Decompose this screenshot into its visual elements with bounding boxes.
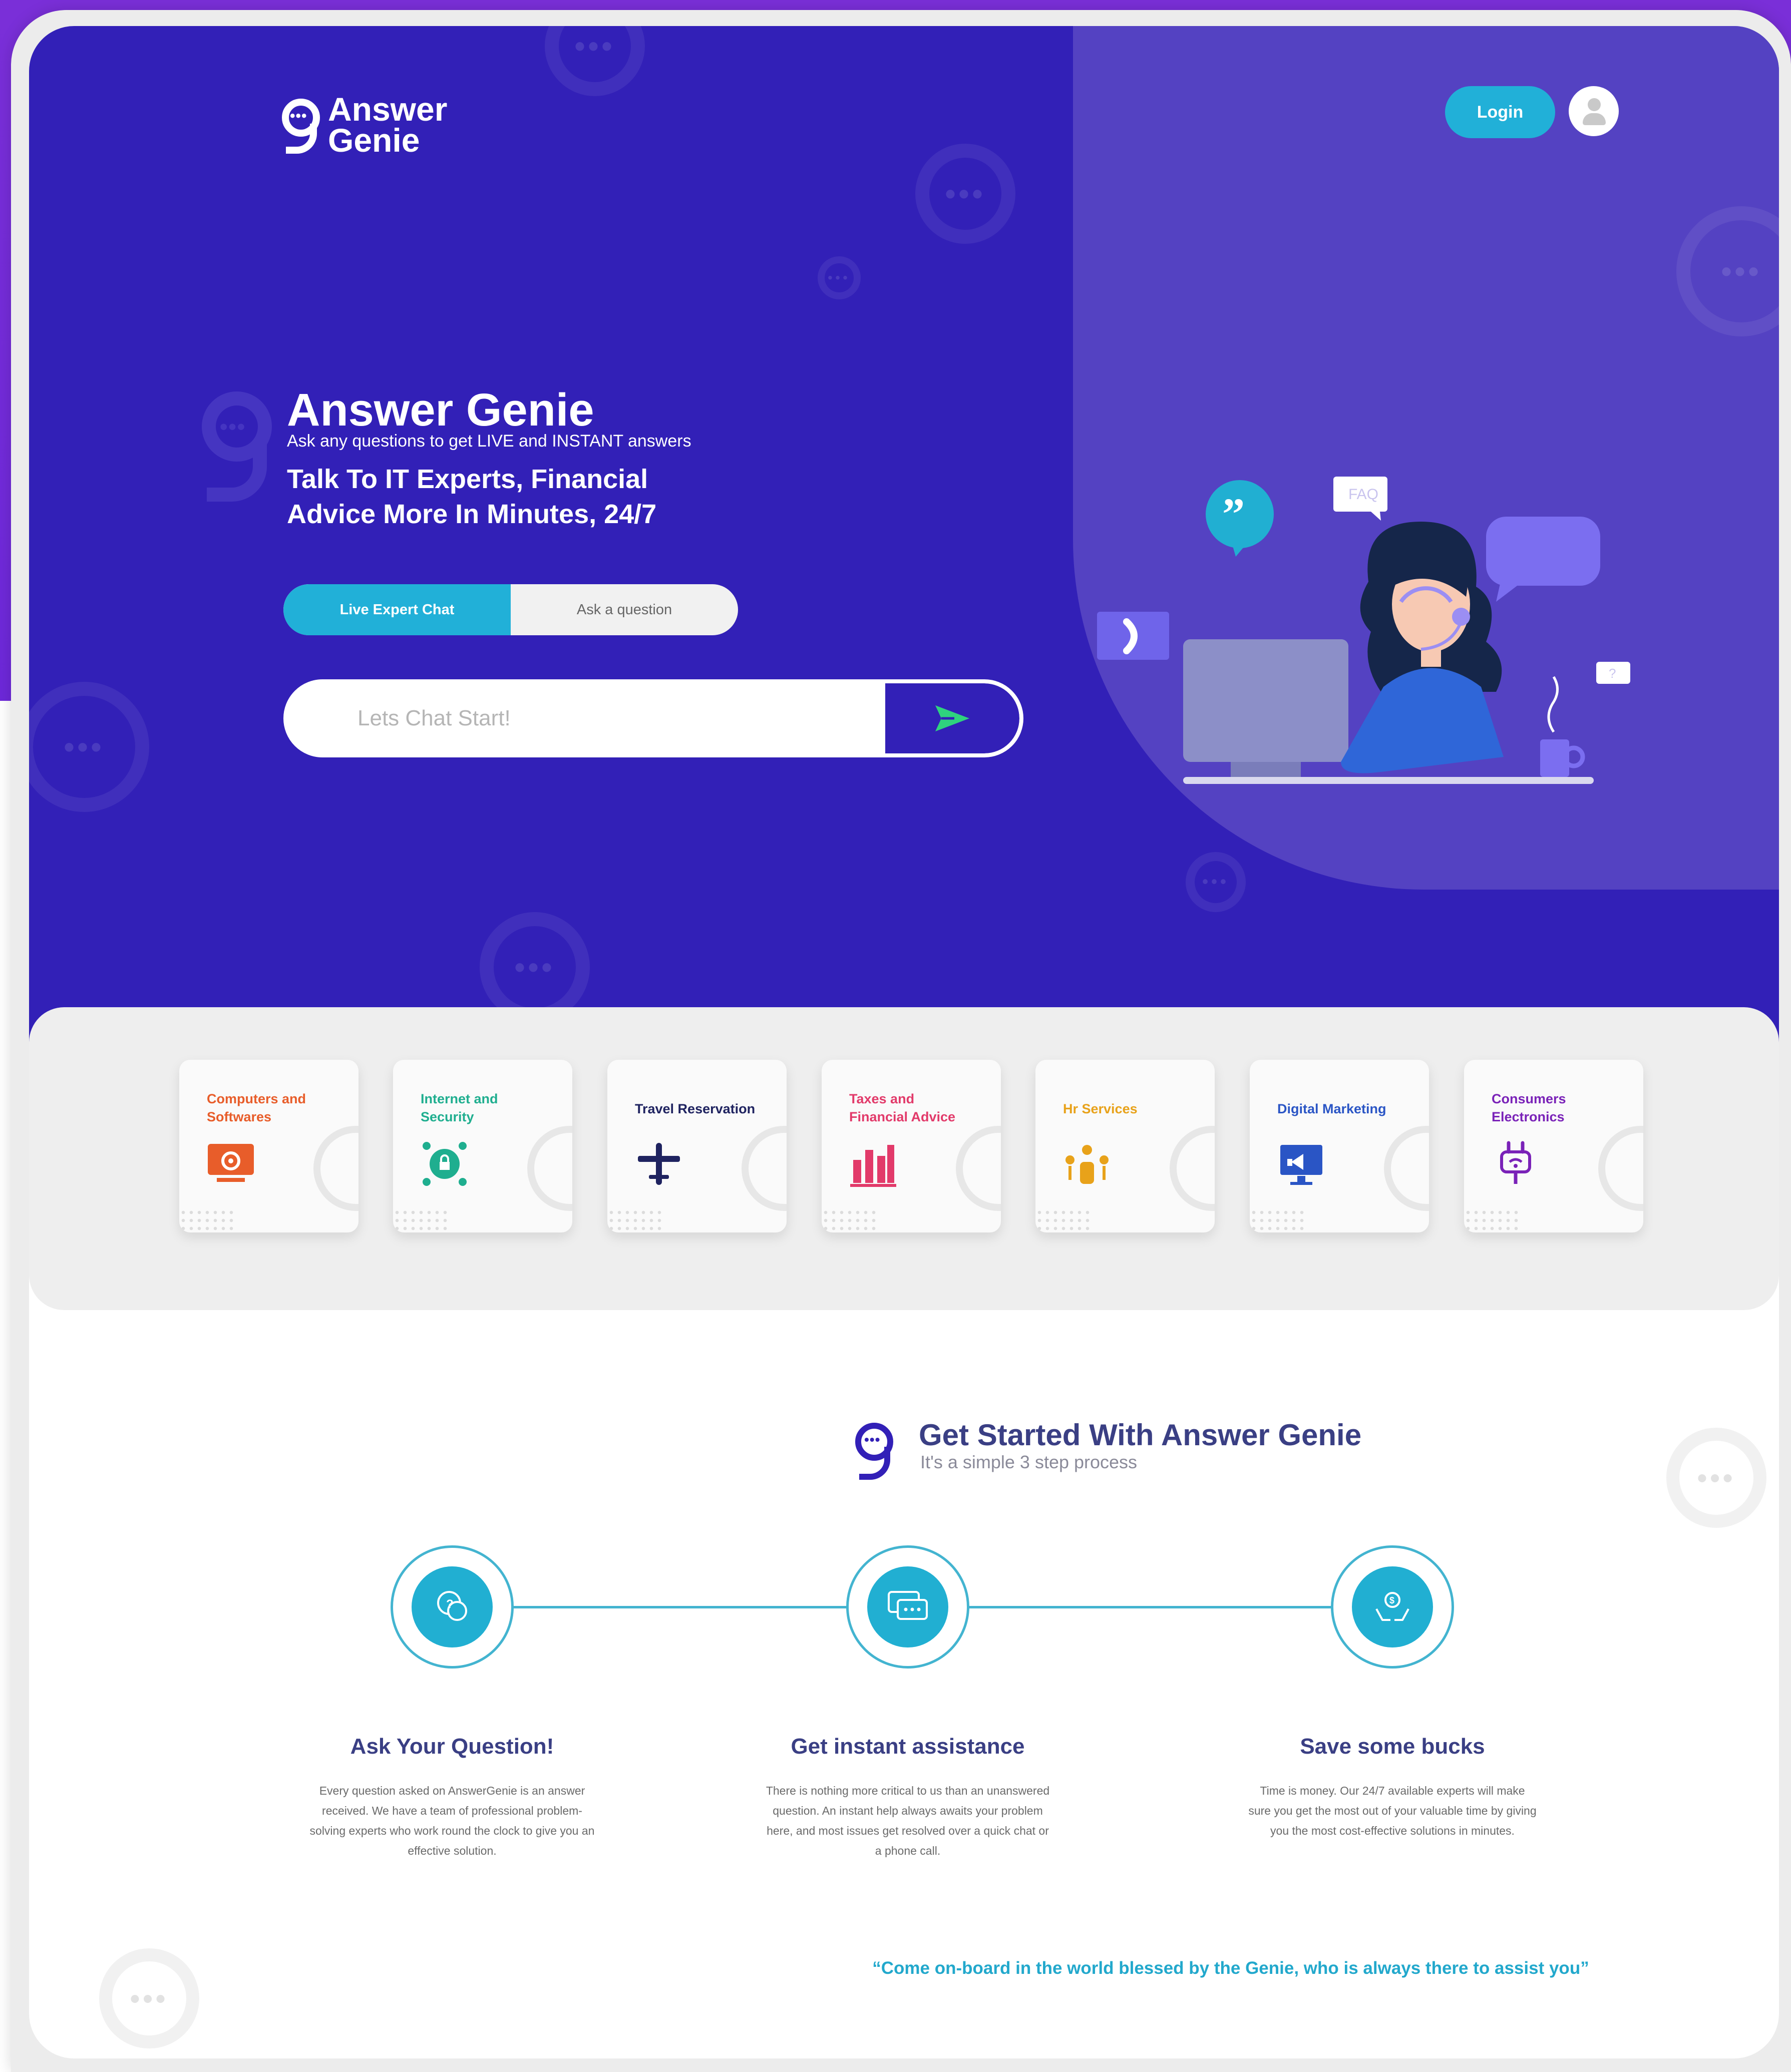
megaphone-monitor-icon bbox=[1280, 1145, 1322, 1185]
chat-mode-toggle: Live Expert Chat Ask a question bbox=[283, 584, 738, 635]
category-card-taxes[interactable]: Taxes and Financial Advice bbox=[822, 1060, 1001, 1232]
step-connector bbox=[965, 1606, 1341, 1608]
decorative-chat-bubble-icon: ••• bbox=[1186, 852, 1246, 912]
step-1-description: Every question asked on AnswerGenie is a… bbox=[309, 1784, 595, 1857]
step-1-badge: ? bbox=[391, 1545, 514, 1669]
speech-bubble-icon bbox=[1486, 517, 1600, 602]
hero-section: ••• ••• ••• ••• ••• ••• ••• ••• Answer G… bbox=[29, 26, 1779, 1042]
decorative-chat-bubble-icon: ••• bbox=[480, 912, 590, 1022]
get-started-subtitle: It's a simple 3 step process bbox=[920, 1452, 1138, 1472]
genie-watermark-icon: ••• bbox=[197, 386, 277, 507]
decorative-chat-bubble-icon: ••• bbox=[545, 26, 645, 96]
decorative-chat-bubble-icon: ••• bbox=[29, 682, 149, 812]
svg-text:FAQ: FAQ bbox=[1348, 486, 1378, 503]
hero-tagline: Talk To IT Experts, Financial Advice Mor… bbox=[287, 464, 657, 529]
step-2-title: Get instant assistance bbox=[791, 1734, 1025, 1759]
chat-input[interactable] bbox=[357, 683, 858, 753]
closing-quote: “Come on-board in the world blessed by t… bbox=[872, 1958, 1589, 1978]
chat-bar bbox=[283, 679, 1023, 757]
brand-name-line2: Genie bbox=[328, 122, 420, 159]
step-2-description: There is nothing more critical to us tha… bbox=[766, 1784, 1050, 1857]
step-3-badge: $ bbox=[1331, 1545, 1454, 1669]
step-2-badge bbox=[846, 1545, 969, 1669]
svg-text:”: ” bbox=[1222, 490, 1245, 539]
category-label: Digital Marketing bbox=[1277, 1101, 1386, 1116]
step-1-title: Ask Your Question! bbox=[350, 1734, 554, 1759]
brand-name-line1: Answer bbox=[328, 91, 448, 128]
category-card-internet-security[interactable]: Internet and Security bbox=[393, 1060, 572, 1232]
step-3-title: Save some bucks bbox=[1300, 1734, 1485, 1759]
send-button[interactable] bbox=[885, 683, 1019, 753]
step-connector bbox=[510, 1606, 860, 1608]
computer-gear-icon bbox=[208, 1144, 254, 1182]
category-card-digital-marketing[interactable]: Digital Marketing bbox=[1250, 1060, 1429, 1232]
step-3-description: Time is money. Our 24/7 available expert… bbox=[1248, 1784, 1537, 1837]
category-label: Hr Services bbox=[1063, 1101, 1138, 1116]
airplane-icon bbox=[638, 1143, 680, 1185]
brand-logo[interactable]: ••• Answer Genie bbox=[282, 91, 448, 159]
category-label: Travel Reservation bbox=[635, 1101, 756, 1116]
decorative-chat-bubble-icon: ••• bbox=[915, 144, 1015, 244]
category-label: Consumers Electronics bbox=[1492, 1091, 1566, 1124]
phone-icon bbox=[1097, 612, 1169, 660]
decorative-chat-bubble-icon: ••• bbox=[99, 1948, 199, 2048]
category-label: Taxes and Financial Advice bbox=[849, 1091, 956, 1124]
category-card-computers[interactable]: Computers and Softwares bbox=[179, 1060, 359, 1232]
question-chat-icon: ? bbox=[437, 1591, 467, 1621]
question-bubble-icon: ? bbox=[1596, 662, 1630, 684]
login-button[interactable]: Login bbox=[1445, 86, 1555, 138]
tab-ask-a-question[interactable]: Ask a question bbox=[511, 584, 738, 635]
network-lock-icon bbox=[423, 1142, 467, 1186]
hero-subtitle: Ask any questions to get LIVE and INSTAN… bbox=[287, 432, 691, 451]
svg-text:$: $ bbox=[1389, 1595, 1394, 1605]
bar-chart-icon bbox=[850, 1145, 896, 1187]
category-label: Internet and Security bbox=[421, 1091, 498, 1124]
hero-title: Answer Genie bbox=[287, 384, 594, 436]
decorative-chat-bubble-icon: ••• bbox=[1666, 1428, 1766, 1528]
quote-bubble-icon: ” bbox=[1206, 480, 1274, 557]
brand-name: Answer Genie bbox=[328, 91, 448, 159]
hands-coin-icon: $ bbox=[1375, 1592, 1409, 1621]
decorative-chat-bubble-icon: ••• bbox=[818, 256, 861, 299]
genie-logo-icon: ••• bbox=[855, 1423, 895, 1483]
chat-bubbles-icon bbox=[888, 1591, 928, 1620]
faq-bubble-icon: FAQ bbox=[1333, 477, 1387, 521]
category-label: Computers and Softwares bbox=[207, 1091, 306, 1124]
coffee-mug-icon bbox=[1540, 676, 1585, 777]
category-card-hr[interactable]: Hr Services bbox=[1035, 1060, 1215, 1232]
support-agent-illustration: ” FAQ ? bbox=[1097, 477, 1630, 784]
svg-text:?: ? bbox=[1609, 666, 1616, 681]
svg-text:?: ? bbox=[446, 1597, 454, 1611]
plug-wifi-icon bbox=[1500, 1141, 1531, 1184]
get-started-title: Get Started With Answer Genie bbox=[919, 1418, 1362, 1452]
genie-logo-icon: ••• bbox=[282, 95, 322, 155]
tab-live-expert-chat[interactable]: Live Expert Chat bbox=[283, 584, 511, 635]
people-network-icon bbox=[1065, 1145, 1109, 1184]
send-arrow-icon bbox=[935, 705, 969, 731]
categories-section: Computers and Softwares Internet and Sec… bbox=[29, 1007, 1779, 1310]
category-card-consumer-electronics[interactable]: Consumers Electronics bbox=[1464, 1060, 1643, 1232]
category-card-travel[interactable]: Travel Reservation bbox=[607, 1060, 787, 1232]
user-avatar-icon[interactable] bbox=[1569, 86, 1619, 136]
page: ••• ••• ••• ••• ••• ••• ••• ••• Answer G… bbox=[29, 26, 1779, 2058]
